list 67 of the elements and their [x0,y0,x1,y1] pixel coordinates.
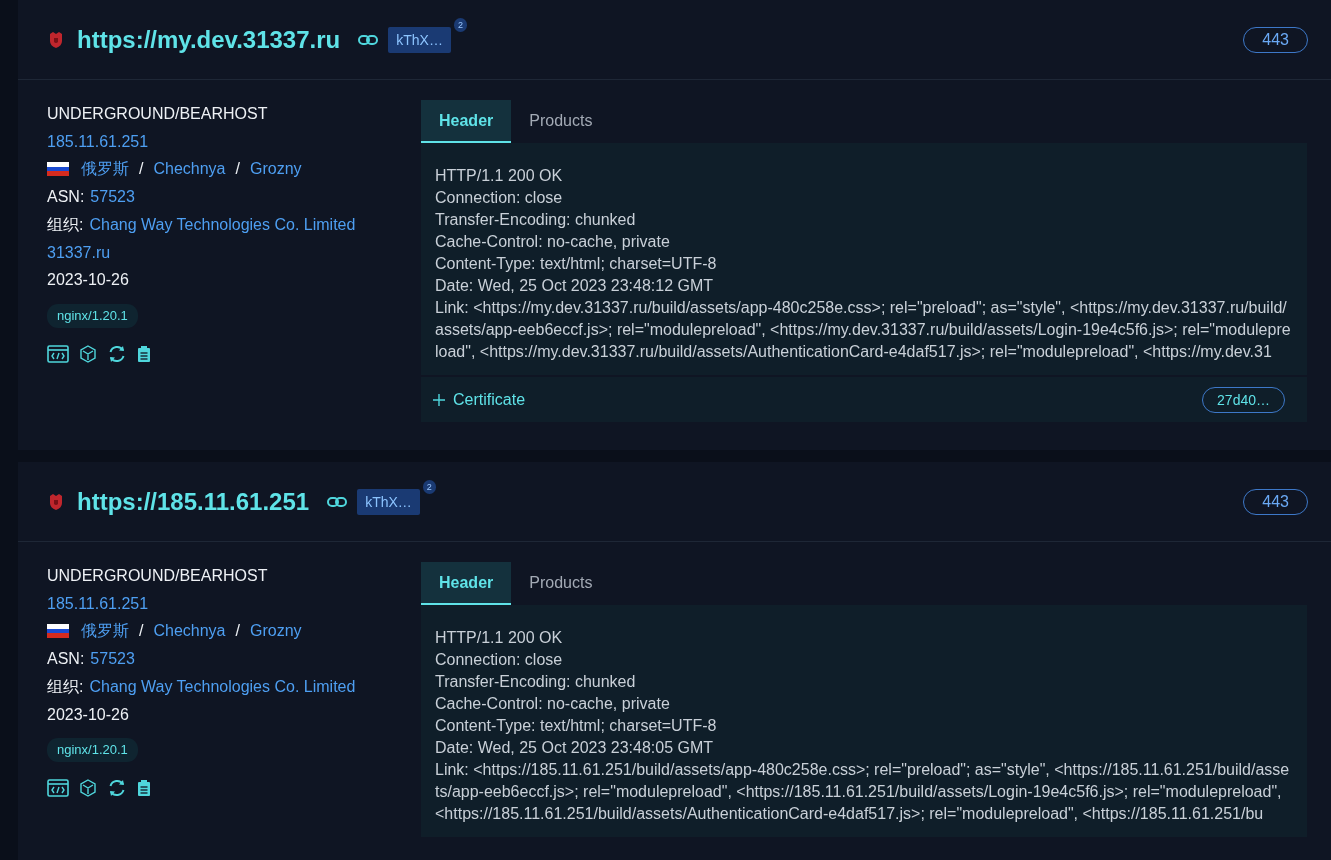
cube-icon [79,779,97,798]
asn-label: ASN: [47,187,85,208]
clipboard-icon [137,779,151,798]
server-tag[interactable]: nginx/1.20.1 [47,303,138,328]
header-line: Cache-Control: no-cache, private [435,694,671,714]
city-link[interactable]: Grozny [249,617,302,646]
header-line: HTTP/1.1 200 OK [435,628,564,648]
header-line: Date: Wed, 25 Oct 2023 23:48:12 GMT [435,276,715,296]
country-link[interactable]: 俄罗斯 [81,617,129,646]
header-line: Transfer-Encoding: chunked [435,210,637,230]
code-window-icon [47,779,69,798]
bear-shield-icon [47,492,65,511]
header-line: Connection: close [435,188,564,208]
country-link[interactable]: 俄罗斯 [81,155,129,184]
tag-label[interactable]: kThX… [388,26,451,53]
bear-shield-icon [47,30,65,49]
organization-link[interactable]: Chang Way Technologies Co. Limited [89,672,356,701]
tag-label[interactable]: kThX… [357,488,420,515]
date-text: 2023-10-26 [47,270,129,291]
asn-label: ASN: [47,649,85,670]
region-link[interactable]: Chechnya [153,155,226,184]
header-line: Cache-Control: no-cache, private [435,232,671,252]
code-window-icon [47,344,69,363]
domain-link[interactable]: 31337.ru [47,238,111,267]
region-link[interactable]: Chechnya [153,617,226,646]
refresh-icon [107,343,127,364]
refresh-icon [107,778,127,799]
organization-text: UNDERGROUND/BEARHOST [47,566,268,586]
russia-flag-icon [47,624,69,639]
tab[interactable]: Header [421,100,512,143]
ip-link[interactable]: 185.11.61.251 [47,127,149,156]
header-line: Link: <https://185.11.61.251/build/assets/app-480c258e.css>; rel="preload"; as="style", <https://185.11.61.251/build/assets/app-eeb6eccf.js>; rel="modulepreload", <https://185.11.61.251/build/assets/Login-19e4c5f6.js>; rel="modulepreload", <https://185.11.61.251/build/assets/AuthenticationCard-e4daf517.js>; rel="modulepreload", <https://185.11.61.251/bu [435,760,1291,824]
organization-text: UNDERGROUND/BEARHOST [47,104,268,124]
tab[interactable]: Products [511,100,611,143]
organization-label: 组织: [47,676,84,697]
header-line: HTTP/1.1 200 OK [435,166,564,186]
header-line: Link: <https://my.dev.31337.ru/build/assets/app-480c258e.css>; rel="preload"; as="style", <https://my.dev.31337.ru/build/assets/app-eeb6eccf.js>; rel="modulepreload", <https://my.dev.31337.ru/build/assets/Login-19e4c5f6.js>; rel="modulepreload", <https://my.dev.31337.ru/build/assets/AuthenticationCard-e4daf517.js>; rel="modulepreload", <https://my.dev.31 [435,298,1292,362]
certificate-toggle[interactable]: Certificate [433,390,526,409]
russia-flag-icon [47,162,69,177]
asn-link[interactable]: 57523 [90,645,135,673]
header-line: Content-Type: text/html; charset=UTF-8 [435,716,718,736]
header-line: Transfer-Encoding: chunked [435,672,637,692]
city-link[interactable]: Grozny [249,155,302,184]
organization-link[interactable]: Chang Way Technologies Co. Limited [89,210,356,239]
count-badge: 2 [422,479,436,494]
separator-text: / [139,621,144,642]
separator-text: / [139,159,144,180]
count-badge: 2 [453,17,467,32]
date-text: 2023-10-26 [47,704,129,725]
asn-link[interactable]: 57523 [90,183,135,211]
link-icon [327,495,348,508]
tab[interactable]: Header [421,562,512,605]
plus-icon [433,393,445,406]
url-link[interactable]: https://my.dev.31337.ru [77,25,341,54]
separator-text: / [235,621,240,642]
cube-icon [79,344,97,363]
header-line: Content-Type: text/html; charset=UTF-8 [435,254,718,274]
server-tag[interactable]: nginx/1.20.1 [47,738,138,763]
separator-text: / [235,159,240,180]
organization-label: 组织: [47,214,84,235]
clipboard-icon [137,344,151,363]
ip-link[interactable]: 185.11.61.251 [47,589,149,618]
header-line: Date: Wed, 25 Oct 2023 23:48:05 GMT [435,738,715,758]
header-line: Connection: close [435,650,564,670]
tab[interactable]: Products [511,562,611,605]
url-link[interactable]: https://185.11.61.251 [77,487,310,516]
link-icon [358,33,379,46]
